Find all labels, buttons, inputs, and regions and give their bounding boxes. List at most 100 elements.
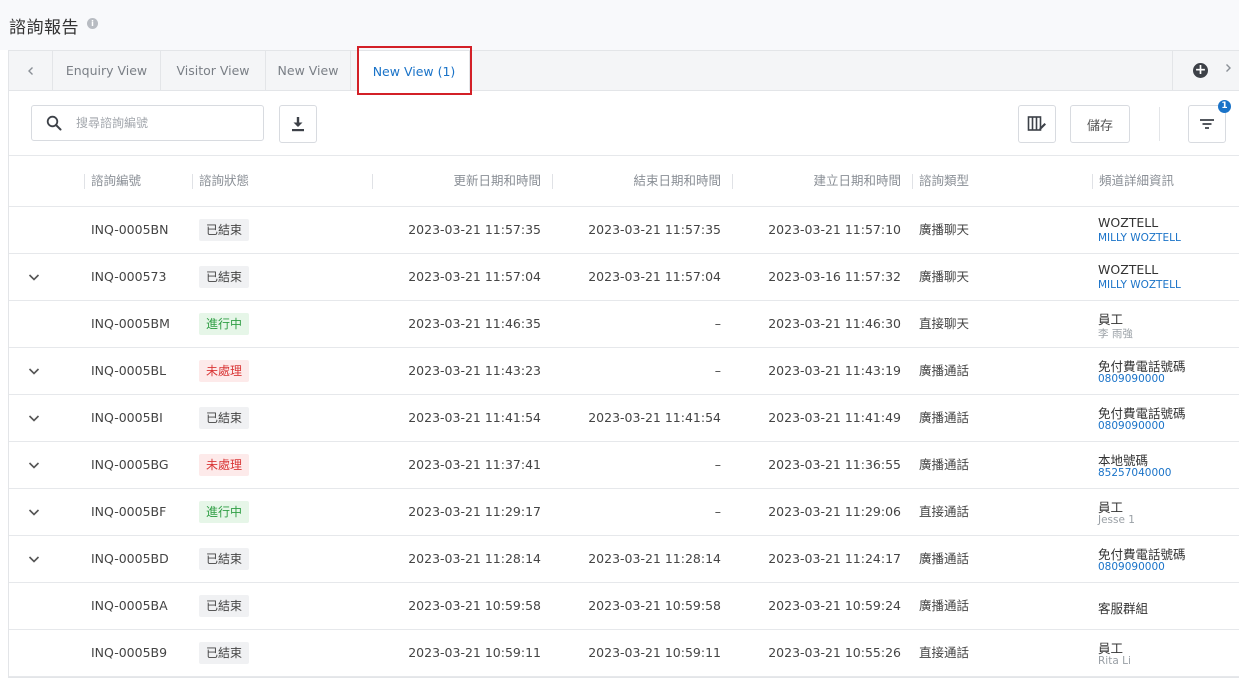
channel-sub[interactable]: 0809090000 xyxy=(1098,561,1165,573)
channel-sub[interactable]: MILLY WOZTELL xyxy=(1098,232,1181,244)
table-body: INQ-0005BN 已結束 2023-03-21 11:57:35 2023-03-… xyxy=(9,207,1239,677)
enquiry-id[interactable]: INQ-0005BF xyxy=(91,489,166,535)
status-badge: 已結束 xyxy=(199,407,250,429)
chevron-down-icon[interactable] xyxy=(26,410,42,426)
table-row[interactable]: INQ-0005BF 進行中 2023-03-21 11:29:17 – 2023-03… xyxy=(9,489,1239,536)
chevron-down-icon[interactable] xyxy=(26,363,42,379)
created-at: 2023-03-21 11:57:10 xyxy=(768,222,901,237)
enquiry-id[interactable]: INQ-0005BD xyxy=(91,536,169,582)
ended-at: – xyxy=(714,316,721,331)
table-row[interactable]: INQ-0005BA 已結束 2023-03-21 10:59:58 2023-03-… xyxy=(9,583,1239,630)
channel-sub[interactable]: MILLY WOZTELL xyxy=(1098,279,1181,291)
updated-at: 2023-03-21 11:41:54 xyxy=(408,410,541,425)
enquiry-id[interactable]: INQ-0005BN xyxy=(91,207,168,253)
channel-sub: 李 雨強 xyxy=(1098,328,1133,340)
header-separator xyxy=(84,174,85,189)
info-icon[interactable]: i xyxy=(87,18,98,29)
filter-icon xyxy=(1200,119,1214,129)
enquiry-type: 直接通話 xyxy=(919,645,970,660)
status-badge: 已結束 xyxy=(199,642,250,664)
table-row[interactable]: INQ-0005BD 已結束 2023-03-21 11:28:14 2023-03-… xyxy=(9,536,1239,583)
header-separator xyxy=(372,174,373,189)
table-header: 諮詢編號 諮詢狀態 更新日期和時間 結束日期和時間 建立日期和時間 諮詢類型 頻… xyxy=(9,155,1239,207)
column-edit-icon xyxy=(1027,116,1046,131)
created-at: 2023-03-21 11:29:06 xyxy=(768,504,901,519)
toolbar: 儲存 1 xyxy=(9,91,1239,155)
chevron-down-icon[interactable] xyxy=(26,551,42,567)
enquiry-id[interactable]: INQ-0005BA xyxy=(91,583,168,629)
header-separator xyxy=(552,174,553,189)
save-button[interactable]: 儲存 xyxy=(1070,105,1130,143)
channel-sub[interactable]: 0809090000 xyxy=(1098,373,1165,385)
enquiry-type: 直接通話 xyxy=(919,504,970,519)
add-tab-icon[interactable]: + xyxy=(1193,63,1208,78)
chevron-down-icon[interactable] xyxy=(26,269,42,285)
tab-enquiry-view[interactable]: Enquiry View xyxy=(53,51,161,90)
header-status[interactable]: 諮詢狀態 xyxy=(199,156,249,206)
enquiry-type: 廣播通話 xyxy=(919,457,970,472)
table-row[interactable]: INQ-0005BG 未處理 2023-03-21 11:37:41 – 2023-03… xyxy=(9,442,1239,489)
status-badge: 進行中 xyxy=(199,501,250,523)
ended-at: 2023-03-21 11:57:04 xyxy=(588,269,721,284)
enquiry-type: 廣播聊天 xyxy=(919,269,970,284)
enquiry-id[interactable]: INQ-0005B9 xyxy=(91,630,167,676)
header-enquiry-type[interactable]: 諮詢類型 xyxy=(919,156,969,206)
created-at: 2023-03-21 11:24:17 xyxy=(768,551,901,566)
enquiry-id[interactable]: INQ-0005BM xyxy=(91,301,170,347)
ended-at: 2023-03-21 11:57:35 xyxy=(588,222,721,237)
download-button[interactable] xyxy=(279,105,317,143)
updated-at: 2023-03-21 10:59:11 xyxy=(408,645,541,660)
updated-at: 2023-03-21 11:43:23 xyxy=(408,363,541,378)
created-at: 2023-03-21 11:46:30 xyxy=(768,316,901,331)
channel-name: WOZTELL xyxy=(1098,215,1159,230)
enquiry-id[interactable]: INQ-000573 xyxy=(91,254,166,300)
channel-name: WOZTELL xyxy=(1098,262,1159,277)
header-separator xyxy=(732,174,733,189)
ended-at: 2023-03-21 10:59:58 xyxy=(588,598,721,613)
updated-at: 2023-03-21 11:57:35 xyxy=(408,222,541,237)
table-row[interactable]: INQ-0005BL 未處理 2023-03-21 11:43:23 – 2023-03… xyxy=(9,348,1239,395)
header-created-at[interactable]: 建立日期和時間 xyxy=(739,156,901,206)
tab-visitor-view[interactable]: Visitor View xyxy=(161,51,266,90)
chevron-down-icon[interactable] xyxy=(26,504,42,520)
table-row[interactable]: INQ-0005BI 已結束 2023-03-21 11:41:54 2023-03-… xyxy=(9,395,1239,442)
enquiry-id[interactable]: INQ-0005BG xyxy=(91,442,169,488)
created-at: 2023-03-16 11:57:32 xyxy=(768,269,901,284)
page-title: 諮詢報告 xyxy=(9,18,79,38)
ended-at: – xyxy=(714,504,721,519)
chevron-down-icon[interactable] xyxy=(26,457,42,473)
channel-sub[interactable]: 0809090000 xyxy=(1098,420,1165,432)
header-ended-at[interactable]: 結束日期和時間 xyxy=(559,156,721,206)
chevron-right-icon xyxy=(1226,64,1231,72)
enquiry-type: 廣播聊天 xyxy=(919,222,970,237)
table-row[interactable]: INQ-0005BM 進行中 2023-03-21 11:46:35 – 2023-03… xyxy=(9,301,1239,348)
tab-new-view[interactable]: New View xyxy=(266,51,351,90)
created-at: 2023-03-21 11:36:55 xyxy=(768,457,901,472)
header-channel-details[interactable]: 頻道詳細資訊 xyxy=(1099,156,1174,206)
created-at: 2023-03-21 11:41:49 xyxy=(768,410,901,425)
search-input[interactable] xyxy=(76,106,256,140)
next-tab-button[interactable] xyxy=(1223,61,1233,77)
search-box xyxy=(31,105,264,141)
status-badge: 已結束 xyxy=(199,266,250,288)
header-separator xyxy=(1092,174,1093,189)
header-enquiry-id[interactable]: 諮詢編號 xyxy=(91,156,141,206)
enquiry-id[interactable]: INQ-0005BI xyxy=(91,395,163,441)
channel-sub[interactable]: 85257040000 xyxy=(1098,467,1172,479)
ended-at: 2023-03-21 11:28:14 xyxy=(588,551,721,566)
table-row[interactable]: INQ-0005B9 已結束 2023-03-21 10:59:11 2023-03-… xyxy=(9,630,1239,677)
enquiry-type: 廣播通話 xyxy=(919,551,970,566)
channel-name: 客服群組 xyxy=(1098,601,1149,616)
updated-at: 2023-03-21 11:57:04 xyxy=(408,269,541,284)
status-badge: 未處理 xyxy=(199,454,250,476)
enquiry-type: 廣播通話 xyxy=(919,598,970,613)
enquiry-id[interactable]: INQ-0005BL xyxy=(91,348,166,394)
table-row[interactable]: INQ-000573 已結束 2023-03-21 11:57:04 2023-03-… xyxy=(9,254,1239,301)
header-updated-at[interactable]: 更新日期和時間 xyxy=(379,156,541,206)
ended-at: 2023-03-21 10:59:11 xyxy=(588,645,721,660)
table-row[interactable]: INQ-0005BN 已結束 2023-03-21 11:57:35 2023-03-… xyxy=(9,207,1239,254)
header-separator xyxy=(192,174,193,189)
edit-columns-button[interactable] xyxy=(1018,105,1056,143)
previous-tab-button[interactable] xyxy=(9,51,53,90)
updated-at: 2023-03-21 11:29:17 xyxy=(408,504,541,519)
